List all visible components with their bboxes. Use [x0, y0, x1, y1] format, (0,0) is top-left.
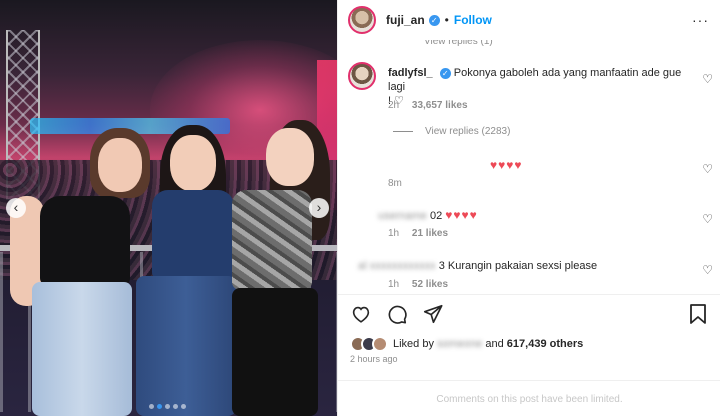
post-actions: [350, 303, 444, 325]
comments-panel: fuji_an ✓ • Follow ··· View replies (1) …: [337, 0, 720, 416]
liked-by-name[interactable]: someone: [437, 338, 482, 350]
author-username[interactable]: fuji_an: [386, 13, 425, 27]
verified-icon: ✓: [439, 67, 451, 79]
carousel-dot-active: [157, 404, 162, 409]
liked-by: Liked by someone and 617,439 others: [350, 336, 583, 352]
heart-emojis: ♥♥♥♥: [490, 158, 523, 172]
comment-icon[interactable]: [386, 303, 408, 325]
comment-prefix-blurred: xxxxxxxxxxxx: [369, 260, 436, 272]
comment-username[interactable]: fadlyfsl_: [388, 67, 433, 79]
carousel-prev-button[interactable]: ‹: [6, 198, 26, 218]
carousel-dot: [165, 404, 170, 409]
person-left-jeans: [32, 282, 132, 416]
verified-icon: ✓: [428, 14, 440, 26]
author-avatar[interactable]: [348, 6, 376, 34]
comment-time: 2h: [388, 100, 400, 111]
likes-text: Liked by someone and 617,439 others: [393, 338, 583, 350]
comment-meta: 1h 21 likes: [388, 228, 448, 239]
carousel-dot: [173, 404, 178, 409]
comment-prefix: 3: [438, 260, 445, 272]
person-middle-top: [152, 190, 234, 280]
more-options-icon[interactable]: ···: [692, 12, 709, 28]
person-left-face: [98, 138, 142, 192]
person-left-top: [40, 196, 130, 286]
comment-time: 8m: [388, 178, 402, 189]
person-right-face: [266, 128, 314, 186]
carousel-dot: [181, 404, 186, 409]
carousel-dot: [149, 404, 154, 409]
comment-meta: 1h 52 likes: [388, 279, 448, 290]
comment-text: Kurangin pakaian sexsi please: [447, 260, 598, 272]
like-icon[interactable]: [350, 303, 372, 325]
like-comment-icon[interactable]: ♡: [702, 263, 713, 277]
person-middle-jeans: [136, 276, 236, 416]
post-image[interactable]: ‹ ›: [0, 0, 337, 416]
comment-username-blurred[interactable]: al: [358, 260, 367, 272]
follow-button[interactable]: Follow: [454, 13, 492, 27]
comment-body: ♥♥♥♥: [490, 158, 523, 173]
replies-line: [393, 131, 413, 132]
bookmark-icon[interactable]: [688, 303, 708, 325]
liked-by-and: and: [485, 338, 504, 350]
share-icon[interactable]: [422, 303, 444, 325]
comment-meta: 2h 33,657 likes: [388, 100, 468, 111]
actions-divider: [338, 294, 720, 295]
comment-username-blurred[interactable]: username: [378, 210, 427, 222]
view-replies-button[interactable]: View replies (2283): [393, 126, 510, 137]
comment-body: al xxxxxxxxxxxx 3 Kurangin pakaian sexsi…: [358, 259, 597, 273]
view-replies-label: View replies (2283): [425, 126, 511, 137]
like-comment-icon[interactable]: ♡: [702, 162, 713, 176]
likes-count[interactable]: 617,439 others: [507, 338, 583, 350]
heart-emojis: ♥♥♥♥: [445, 208, 478, 222]
liked-by-prefix: Liked by: [393, 338, 434, 350]
comment-likes[interactable]: 21 likes: [412, 228, 448, 239]
footer-divider: [338, 380, 720, 381]
person-middle-face: [170, 135, 216, 191]
post-timestamp[interactable]: 2 hours ago: [350, 354, 398, 364]
commenter-avatar[interactable]: [348, 62, 376, 90]
liker-avatar[interactable]: [372, 336, 388, 352]
carousel-dots: [149, 404, 186, 409]
person-right-top: [232, 190, 312, 290]
comment-likes[interactable]: 52 likes: [412, 279, 448, 290]
like-comment-icon[interactable]: ♡: [702, 212, 713, 226]
comment-likes[interactable]: 33,657 likes: [412, 100, 468, 111]
comment-text: 02: [429, 210, 443, 222]
like-comment-icon[interactable]: ♡: [702, 72, 713, 86]
header-separator: •: [444, 13, 449, 27]
comment-time: 1h: [388, 228, 400, 239]
post-header: fuji_an ✓ • Follow ···: [338, 0, 720, 40]
person-right-pants: [232, 288, 318, 416]
comment-body: username 02 ♥♥♥♥: [378, 208, 478, 223]
comments-limited-notice: Comments on this post have been limited.: [436, 394, 623, 405]
comment-time: 1h: [388, 279, 400, 290]
carousel-next-button[interactable]: ›: [309, 198, 329, 218]
